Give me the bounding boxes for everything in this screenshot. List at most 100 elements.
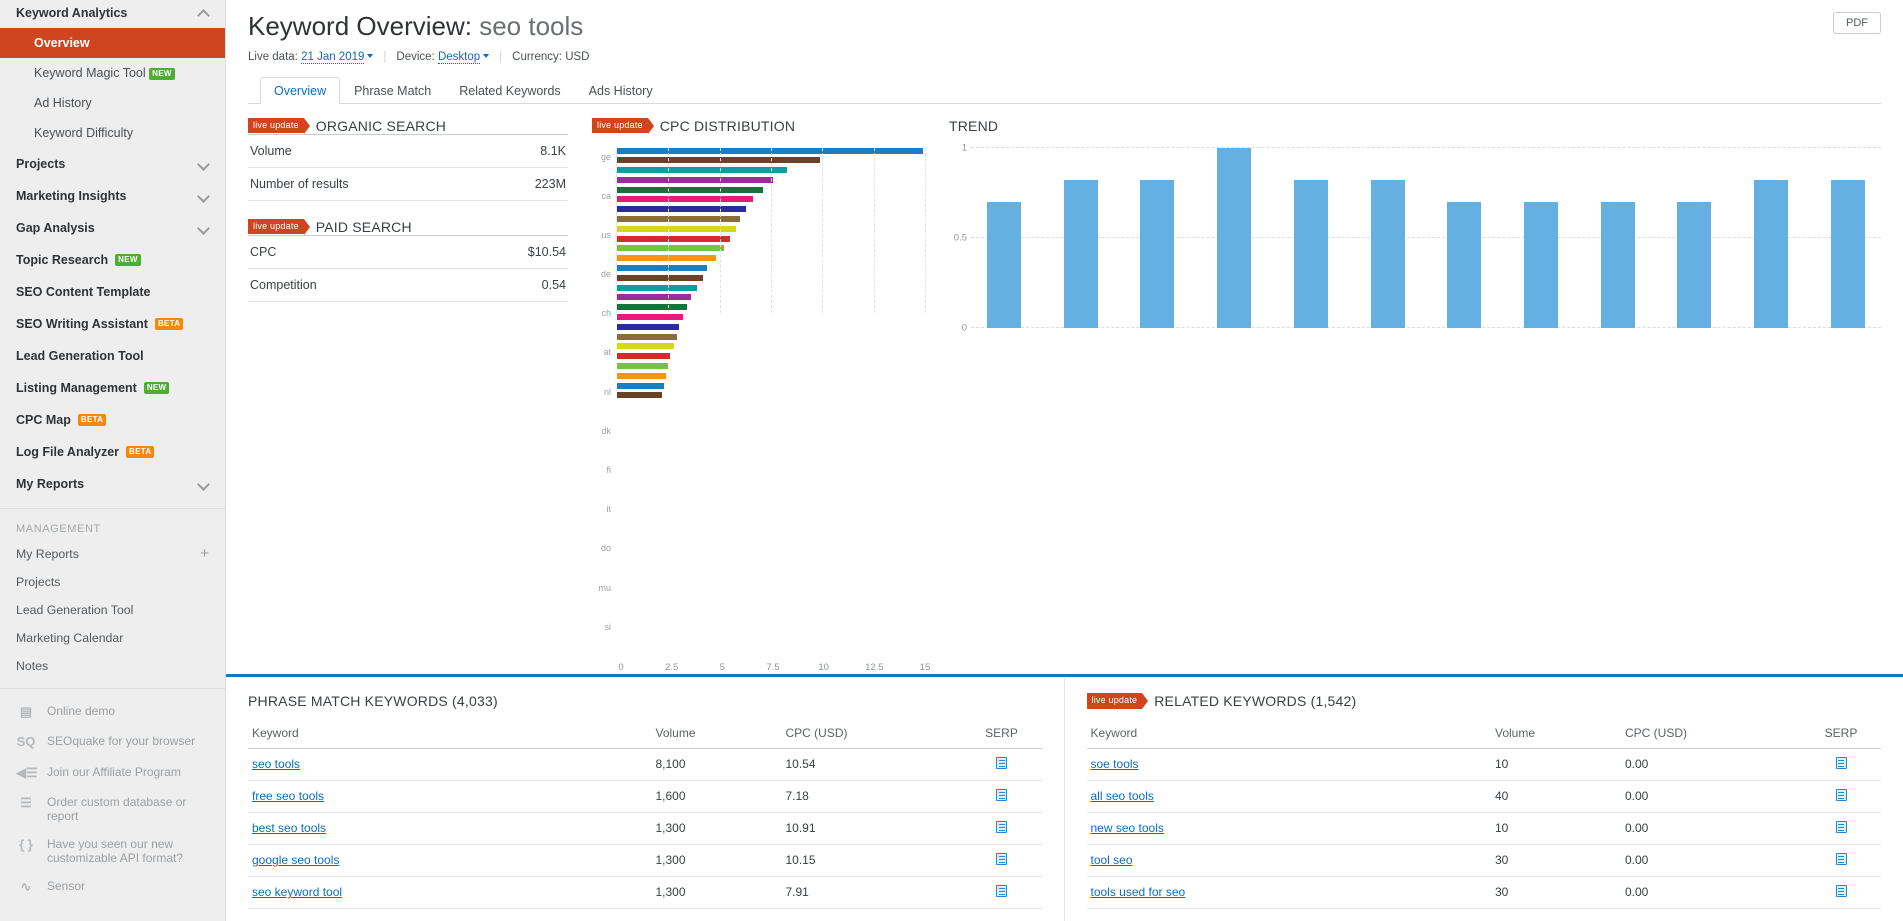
tab-phrase-match[interactable]: Phrase Match — [340, 77, 445, 104]
tab-ads-history[interactable]: Ads History — [575, 77, 667, 104]
device-select[interactable]: Desktop — [437, 50, 481, 64]
sidebar-item-keyword-difficulty[interactable]: Keyword Difficulty — [0, 118, 225, 148]
cpc-bar — [617, 323, 679, 330]
col-volume[interactable]: Volume — [1491, 720, 1621, 749]
cell-volume: 10 — [1491, 748, 1621, 781]
grid-line — [873, 147, 875, 313]
keyword-link[interactable]: best seo tools — [252, 821, 326, 835]
col-serp[interactable]: SERP — [961, 720, 1042, 749]
serp-icon[interactable] — [996, 788, 1007, 801]
sidebar-item-seo-writing-assistant[interactable]: SEO Writing Assistant beta — [0, 308, 225, 340]
sidebar-item-my-reports[interactable]: My Reports — [0, 468, 225, 500]
cpc-category-label: ca — [601, 190, 611, 201]
management-item-projects[interactable]: Projects — [0, 568, 225, 596]
new-badge: new — [115, 254, 141, 266]
serp-icon[interactable] — [996, 884, 1007, 897]
col-keyword[interactable]: Keyword — [248, 720, 652, 749]
sidebar-item-projects[interactable]: Projects — [0, 148, 225, 180]
management-item-marketing-calendar[interactable]: Marketing Calendar — [0, 624, 225, 652]
table-header-row: Keyword Volume CPC (USD) SERP — [248, 720, 1042, 749]
col-cpc[interactable]: CPC (USD) — [1621, 720, 1801, 749]
trend-axis-tick: 1 — [961, 142, 967, 153]
cpc-bar — [617, 372, 667, 379]
footer-item-online-demo[interactable]: ▤ Online demo — [0, 697, 225, 727]
footer-item-order-custom-report[interactable]: ☰ Order custom database or report — [0, 788, 225, 830]
keyword-link[interactable]: soe tools — [1091, 757, 1139, 771]
pdf-export-button[interactable]: PDF — [1833, 12, 1881, 34]
management-item-notes[interactable]: Notes — [0, 652, 225, 680]
col-keyword[interactable]: Keyword — [1086, 720, 1491, 749]
sidebar-item-log-file-analyzer[interactable]: Log File Analyzer beta — [0, 436, 225, 468]
keyword-link[interactable]: new seo tools — [1091, 821, 1164, 835]
tab-overview[interactable]: Overview — [260, 76, 341, 104]
keyword-link[interactable]: tools used for seo — [1091, 885, 1186, 899]
cell-volume: 10 — [1491, 812, 1621, 845]
keyword-link[interactable]: tool seo — [1091, 853, 1133, 867]
divider: | — [499, 50, 503, 63]
related-keywords-table: Keyword Volume CPC (USD) SERP soe tools 1… — [1086, 720, 1881, 909]
cpc-bar — [617, 353, 671, 360]
col-cpc[interactable]: CPC (USD) — [781, 720, 962, 749]
metric-label: CPC — [250, 244, 277, 259]
footer-item-api-format[interactable]: { } Have you seen our new customizable A… — [0, 830, 225, 872]
col-volume[interactable]: Volume — [651, 720, 782, 749]
keyword-link[interactable]: google seo tools — [252, 853, 339, 867]
sidebar-group-keyword-analytics[interactable]: Keyword Analytics — [0, 0, 225, 28]
serp-icon[interactable] — [1835, 788, 1847, 801]
management-item-lead-generation-tool[interactable]: Lead Generation Tool — [0, 596, 225, 624]
serp-icon[interactable] — [996, 852, 1007, 865]
keyword-link[interactable]: all seo tools — [1091, 789, 1154, 803]
live-data-select[interactable]: 21 Jan 2019 — [301, 50, 365, 64]
sidebar-item-topic-research[interactable]: Topic Research new — [0, 244, 225, 276]
cell-serp — [1801, 812, 1881, 845]
serp-icon[interactable] — [1835, 884, 1847, 897]
cell-volume: 30 — [1491, 876, 1621, 909]
sidebar-item-listing-management[interactable]: Listing Management new — [0, 372, 225, 404]
megaphone-icon: ◀☰ — [16, 764, 38, 780]
management-item-my-reports[interactable]: My Reports + — [0, 539, 225, 568]
serp-icon[interactable] — [996, 756, 1007, 769]
serp-icon[interactable] — [996, 820, 1007, 833]
table-row: best seo tools 1,300 10.91 — [248, 812, 1042, 845]
divider — [0, 508, 225, 509]
footer-item-seoquake[interactable]: SQ SEOquake for your browser — [0, 727, 225, 757]
trend-bar — [1677, 201, 1712, 328]
sidebar-item-lead-generation-tool[interactable]: Lead Generation Tool — [0, 340, 225, 372]
footer-item-label: Have you seen our new customizable API f… — [47, 836, 184, 865]
sidebar-item-seo-content-template[interactable]: SEO Content Template — [0, 276, 225, 308]
cell-serp — [1801, 780, 1881, 813]
currency-label: Currency: — [512, 50, 562, 63]
cpc-category-label: it — [606, 504, 612, 515]
serp-icon[interactable] — [1835, 820, 1847, 833]
divider — [0, 688, 225, 689]
serp-icon[interactable] — [1835, 756, 1847, 769]
cpc-bar — [617, 274, 704, 281]
chevron-up-icon — [199, 8, 209, 18]
trend-title: TREND — [949, 118, 1881, 134]
cpc-category-label: de — [600, 269, 611, 280]
laptop-icon: ▤ — [19, 704, 33, 719]
keyword-link[interactable]: seo keyword tool — [252, 885, 342, 899]
col-serp[interactable]: SERP — [1801, 720, 1881, 749]
footer-item-sensor[interactable]: ∿ Sensor — [0, 872, 225, 902]
sidebar-item-overview[interactable]: Overview — [0, 28, 225, 58]
cell-cpc: 0.00 — [1621, 780, 1801, 813]
keyword-link[interactable]: seo tools — [252, 757, 300, 771]
trend-bar — [1293, 179, 1328, 328]
sidebar-item-marketing-insights[interactable]: Marketing Insights — [0, 180, 225, 212]
plus-icon[interactable]: + — [200, 546, 209, 561]
keyword-link[interactable]: free seo tools — [252, 789, 324, 803]
cpc-distribution-title: live update CPC DISTRIBUTION — [592, 118, 925, 134]
tab-related-keywords[interactable]: Related Keywords — [445, 77, 574, 104]
sidebar-item-ad-history[interactable]: Ad History — [0, 88, 225, 118]
footer-item-affiliate-program[interactable]: ◀☰ Join our Affiliate Program — [0, 758, 225, 788]
live-update-badge: live update — [1086, 693, 1148, 709]
sidebar-item-cpc-map[interactable]: CPC Map beta — [0, 404, 225, 436]
serp-icon[interactable] — [1835, 852, 1847, 865]
cell-volume: 1,300 — [651, 812, 782, 845]
cell-keyword: free seo tools — [248, 780, 652, 813]
metric-label: Competition — [250, 277, 317, 292]
sidebar-item-keyword-magic-tool[interactable]: Keyword Magic Tool new — [0, 58, 225, 88]
trend-bar — [1217, 147, 1252, 328]
sidebar-item-gap-analysis[interactable]: Gap Analysis — [0, 212, 225, 244]
